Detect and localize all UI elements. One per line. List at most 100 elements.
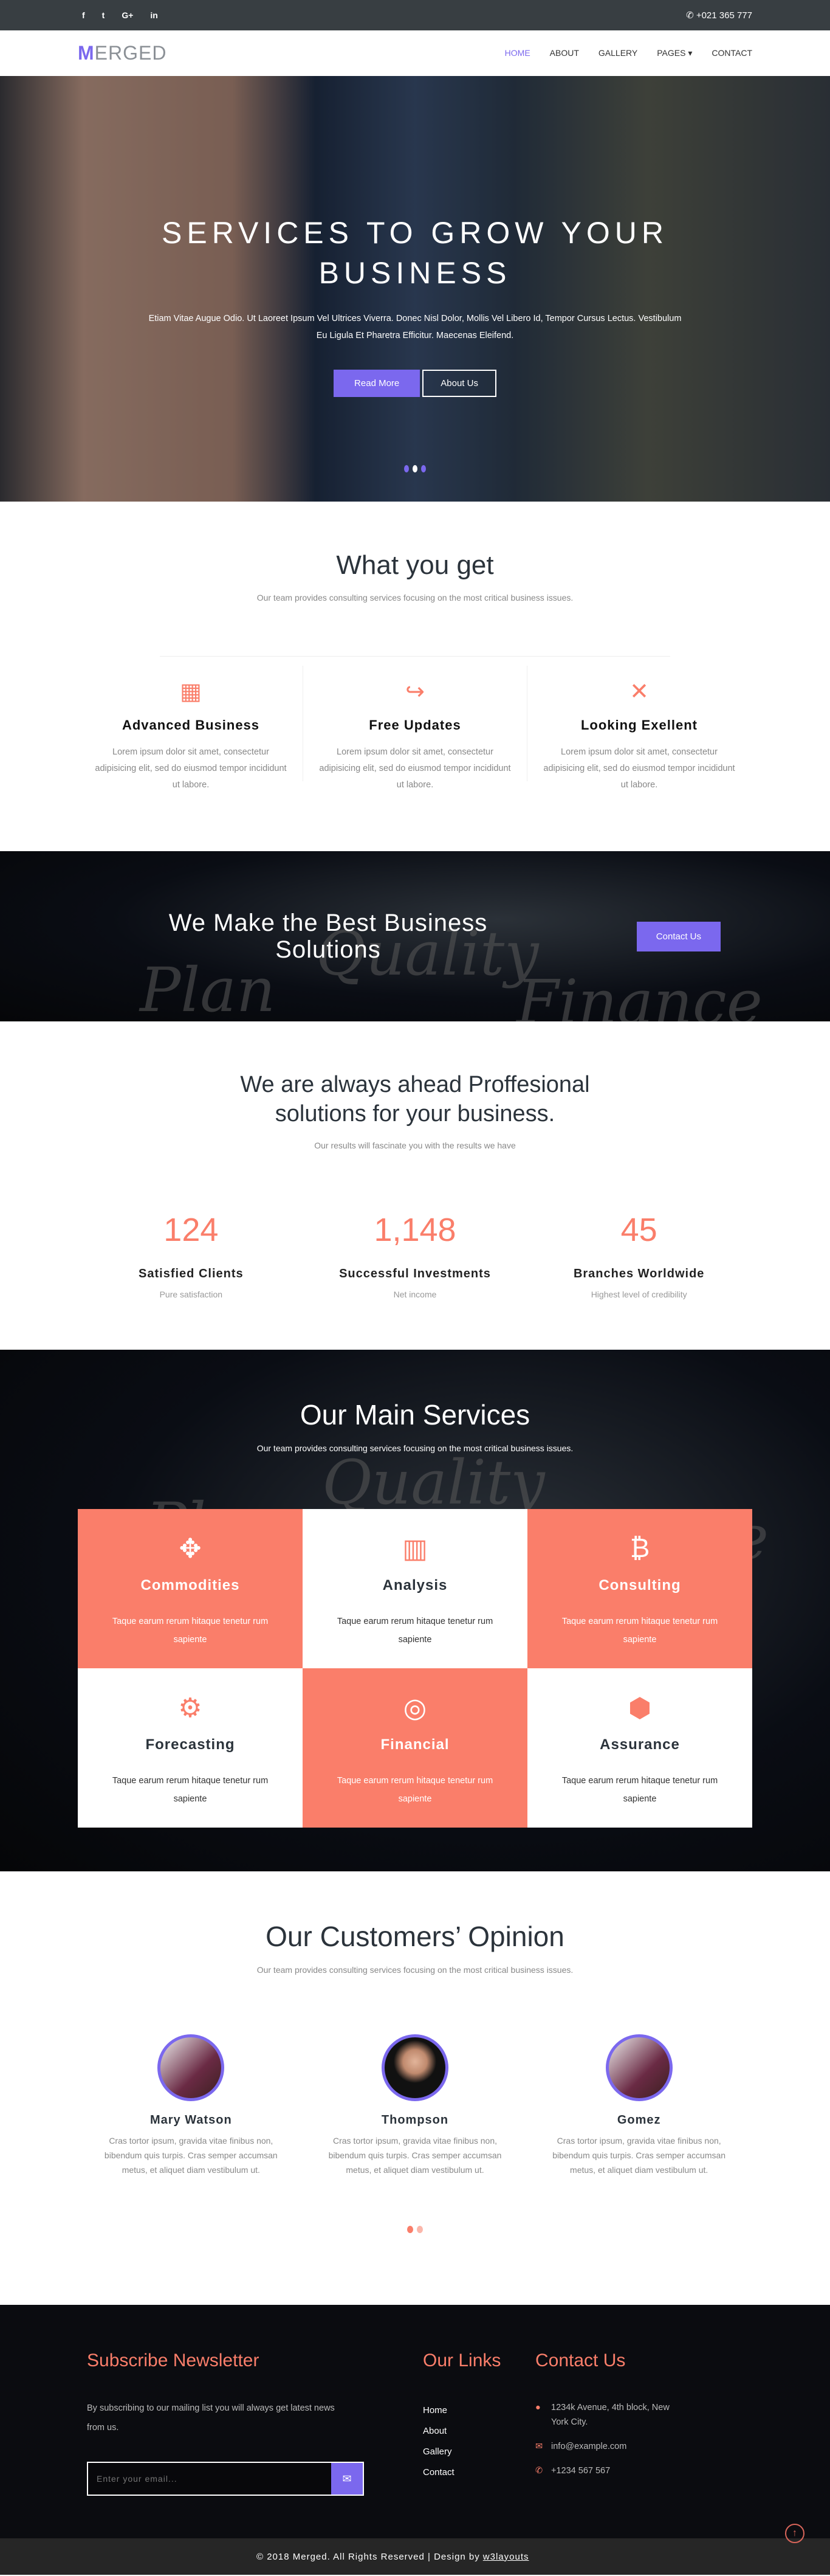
carousel-dot[interactable] [417,2226,423,2233]
linkedin-icon[interactable]: in [150,10,157,20]
stat-sub: Net income [393,1290,437,1299]
section-title: Our Customers’ Opinion [266,1921,564,1952]
service-card: ⬢ Assurance Taque earum rerum hitaque tene… [527,1668,752,1828]
carousel-dot-active[interactable] [407,2226,413,2233]
arrow-up-icon: ↑ [792,2528,797,2538]
nav-about[interactable]: ABOUT [550,48,579,58]
social-links: f t G+ in [82,10,158,20]
what-you-get-section: What you get Our team provides consultin… [0,502,830,851]
avatar [382,2034,448,2101]
avatar [157,2034,225,2101]
top-bar: f t G+ in ✆ +021 365 777 [0,0,830,30]
feature-card: ↪ Free Updates Lorem ipsum dolor sit amet,… [303,666,527,790]
service-title: Commodities [140,1577,240,1594]
bitcoin-icon: ₿ [629,1533,650,1563]
service-title: Analysis [382,1577,448,1594]
testimonial-text: Cras tortor ipsum, gravida vitae finibus… [328,2136,502,2175]
service-title: Forecasting [145,1736,235,1753]
envelope-icon: ✉ [535,2442,543,2451]
share-square-icon: ↪ [405,679,425,705]
service-text: Taque earum rerum hitaque tenetur rum sa… [337,1617,493,1645]
person-name: Mary Watson [149,2113,232,2127]
contact-phone: +1234 567 567 [551,2466,611,2476]
footer-link-about[interactable]: About [423,2421,535,2442]
navbar: MERGED HOME ABOUT GALLERY PAGES ▾ CONTAC… [0,30,830,76]
cubes-icon: ⬢ [628,1693,652,1723]
stats-section: We are always ahead Proffesional solutio… [0,1021,830,1350]
hero-slider: SERVICES TO GROW YOUR BUSINESS Etiam Vit… [0,76,830,502]
facebook-icon[interactable]: f [82,10,85,20]
stat-value: 1,148 [374,1212,456,1248]
nav-contact[interactable]: CONTACT [712,48,752,58]
service-text: Taque earum rerum hitaque tenetur rum sa… [561,1776,718,1804]
stat-item: 45 Branches Worldwide Highest level of cre… [527,1211,751,1299]
designer-link[interactable]: w3layouts [483,2552,529,2562]
section-subtitle: Our team provides consulting services fo… [256,1443,574,1453]
slider-dot[interactable] [421,465,426,472]
feature-text: Lorem ipsum dolor sit amet, consectetur … [95,747,287,790]
scroll-to-top-button[interactable]: ↑ [785,2524,804,2543]
logo[interactable]: MERGED [78,42,166,64]
service-title: Assurance [600,1736,680,1753]
nav-gallery[interactable]: GALLERY [598,48,637,58]
service-card: ⚙ Forecasting Taque earum rerum hitaque te… [78,1668,303,1828]
stat-item: 124 Satisfied Clients Pure satisfaction [79,1211,303,1299]
footer-link-gallery[interactable]: Gallery [423,2442,535,2462]
feature-title: Free Updates [369,717,461,733]
testimonial-dots [0,2226,830,2233]
links-title: Our Links [423,2350,501,2371]
logo-text: ERGED [94,42,167,64]
twitter-icon[interactable]: t [102,10,105,20]
hero-text: Etiam Vitae Augue Odio. Ut Laoreet Ipsum… [148,314,682,340]
gears-icon: ⚙ [178,1693,202,1723]
stat-label: Successful Investments [339,1267,491,1280]
slider-dot-active[interactable] [413,465,417,472]
nav-pages-dropdown[interactable]: PAGES ▾ [657,48,692,58]
logo-initial: M [78,42,95,64]
hero-title: SERVICES TO GROW YOUR BUSINESS [162,216,668,290]
service-title: Financial [380,1736,450,1753]
phone-icon: ✆ [686,10,696,21]
bullseye-icon: ◎ [403,1693,427,1723]
footer: Subscribe Newsletter By subscribing to o… [0,2305,830,2543]
bg-word: Plan [140,955,276,1021]
feature-card: ✕ Looking Exellent Lorem ipsum dolor sit a… [527,666,751,790]
testimonial: Thompson Cras tortor ipsum, gravida vitae… [303,2034,527,2177]
service-text: Taque earum rerum hitaque tenetur rum sa… [337,1776,493,1804]
service-card: ✥ Commodities Taque earum rerum hitaque te… [78,1509,303,1668]
copyright-bar: © 2018 Merged. All Rights Reserved | Des… [0,2538,830,2575]
service-text: Taque earum rerum hitaque tenetur rum sa… [112,1776,269,1804]
th-large-icon: ▦ [180,679,202,705]
service-card: ▥ Analysis Taque earum rerum hitaque tenet… [303,1509,527,1668]
address: 1234k Avenue, 4th block, New York City. [551,2403,670,2427]
subscribe-form: ✉ [87,2462,364,2496]
service-card: ◎ Financial Taque earum rerum hitaque tene… [303,1668,527,1828]
bg-word: Finance [516,967,763,1021]
read-more-button[interactable]: Read More [334,370,420,397]
slider-dot[interactable] [404,465,409,472]
footer-link-home[interactable]: Home [423,2400,535,2421]
contact-email[interactable]: info@example.com [551,2439,626,2454]
nav-home[interactable]: HOME [505,48,530,58]
stat-label: Satisfied Clients [139,1267,244,1280]
stat-value: 124 [163,1212,219,1248]
divider [160,656,670,657]
google-plus-icon[interactable]: G+ [122,10,133,20]
arrows-icon: ✥ [179,1534,202,1564]
feature-card: ▦ Advanced Business Lorem ipsum dolor sit … [79,666,303,790]
service-title: Consulting [598,1577,681,1594]
service-text: Taque earum rerum hitaque tenetur rum sa… [561,1617,718,1645]
feature-title: Looking Exellent [580,717,698,733]
expand-arrows-icon: ✕ [629,679,649,705]
stat-item: 1,148 Successful Investments Net income [303,1211,527,1299]
testimonial-text: Cras tortor ipsum, gravida vitae finibus… [104,2136,278,2175]
subscribe-button[interactable]: ✉ [331,2463,363,2495]
about-us-button[interactable]: About Us [422,370,496,397]
testimonial: Mary Watson Cras tortor ipsum, gravida vi… [79,2034,303,2177]
slider-dots [0,465,830,472]
footer-link-contact[interactable]: Contact [423,2462,535,2483]
email-input[interactable] [88,2463,331,2495]
contact-us-button[interactable]: Contact Us [636,921,721,951]
service-card: ₿ Consulting Taque earum rerum hitaque ten… [527,1509,752,1668]
testimonials-section: Our Customers’ Opinion Our team provides… [0,1871,830,2305]
